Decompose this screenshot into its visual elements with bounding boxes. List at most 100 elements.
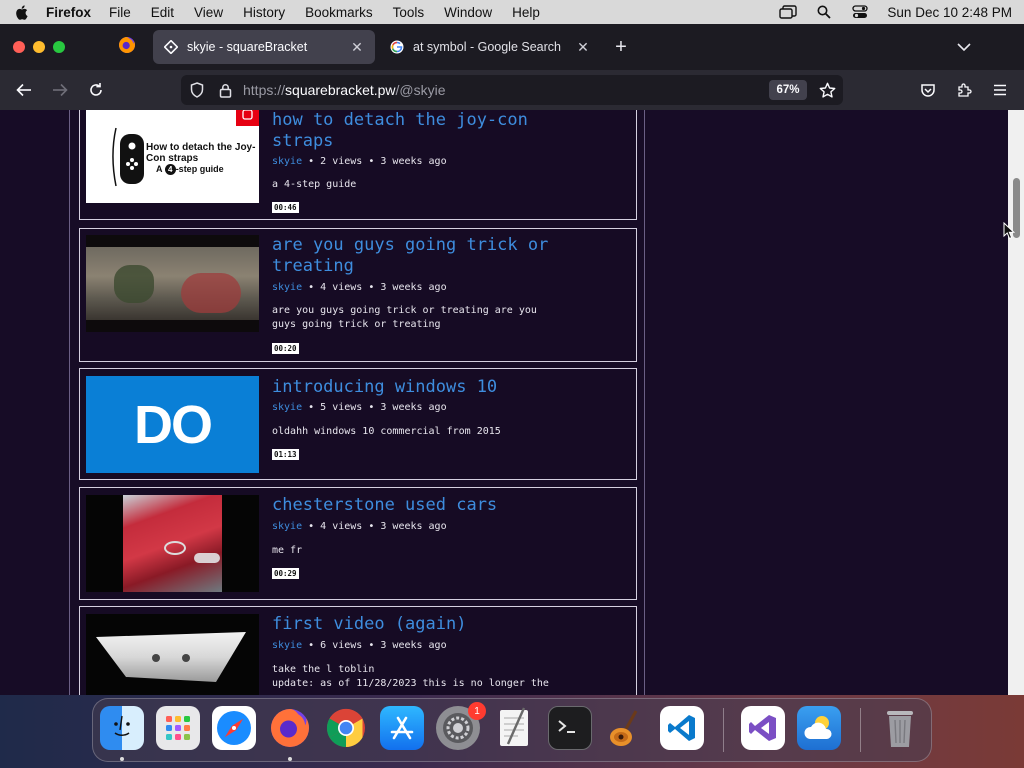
thumbnail-step-number: 4: [164, 164, 176, 175]
tab-close-icon[interactable]: ✕: [349, 39, 365, 55]
video-card[interactable]: are you guys going trick or treating sky…: [79, 228, 637, 362]
chevron-down-icon: [957, 42, 971, 51]
dock-trash[interactable]: [878, 706, 922, 750]
url-scheme: https://: [243, 82, 286, 98]
dock-safari[interactable]: [212, 706, 256, 750]
trash-icon: [887, 711, 913, 747]
app-menu-firefox[interactable]: Firefox: [46, 5, 91, 20]
menu-edit[interactable]: Edit: [151, 5, 174, 20]
thumbnail-title-text: How to detach the Joy-Con straps: [146, 142, 256, 164]
window-minimize-button[interactable]: [33, 41, 45, 53]
bookmark-star-icon[interactable]: [816, 79, 838, 101]
video-description: a 4-step guide: [272, 179, 357, 190]
lock-icon[interactable]: [214, 79, 236, 101]
dock-finder[interactable]: [100, 706, 144, 750]
menu-history[interactable]: History: [243, 5, 285, 20]
video-meta: skyie • 4 views • 3 weeks ago: [272, 521, 447, 532]
menu-bookmarks[interactable]: Bookmarks: [305, 5, 373, 20]
back-button[interactable]: [13, 79, 35, 101]
forward-button[interactable]: [49, 79, 71, 101]
video-title-link[interactable]: how to detach the joy-con straps: [272, 110, 562, 152]
web-page-content: How to detach the Joy-Con straps A 4 -ste…: [0, 110, 1008, 695]
video-author-link[interactable]: skyie: [272, 640, 302, 651]
thumbnail-subtitle-a: A: [156, 164, 163, 174]
settings-notification-badge: 1: [468, 702, 486, 720]
video-title-link[interactable]: introducing windows 10: [272, 377, 562, 398]
menu-view[interactable]: View: [194, 5, 223, 20]
video-author-link[interactable]: skyie: [272, 521, 302, 532]
video-title-link[interactable]: are you guys going trick or treating: [272, 235, 562, 277]
video-thumbnail[interactable]: How to detach the Joy-Con straps A 4 -ste…: [86, 110, 259, 203]
tab-close-icon[interactable]: ✕: [575, 39, 591, 55]
dock-launchpad[interactable]: [156, 706, 200, 750]
video-author-link[interactable]: skyie: [272, 156, 302, 167]
menu-tools[interactable]: Tools: [393, 5, 425, 20]
video-description-line: update: as of 11/28/2023 this is no long…: [272, 678, 549, 689]
thumbnail-figure: [181, 273, 241, 313]
url-text[interactable]: https://squarebracket.pw/@skyie: [243, 82, 446, 98]
video-card[interactable]: How to detach the Joy-Con straps A 4 -ste…: [79, 110, 637, 220]
textedit-icon: [500, 707, 528, 746]
tab-google-search[interactable]: at symbol - Google Search ✕: [379, 30, 601, 64]
video-thumbnail[interactable]: [86, 614, 259, 695]
tab-squarebracket[interactable]: skyie - squareBracket ✕: [153, 30, 375, 64]
reload-icon: [90, 83, 102, 96]
dock-chrome[interactable]: [324, 706, 368, 750]
pinned-tab-firefox[interactable]: [110, 30, 144, 64]
control-center-icon[interactable]: [851, 5, 869, 19]
dock-vscode[interactable]: [660, 706, 704, 750]
video-title-link[interactable]: chesterstone used cars: [272, 495, 562, 516]
content-border-left: [69, 110, 70, 695]
mouse-cursor-icon: [1003, 221, 1016, 240]
video-author-link[interactable]: skyie: [272, 402, 302, 413]
url-host: squarebracket.pw: [285, 82, 396, 98]
extensions-puzzle-icon[interactable]: [953, 79, 975, 101]
thumbnail-car-headlight: [194, 553, 220, 563]
dock-firefox[interactable]: [268, 706, 312, 750]
dock-app-store[interactable]: [380, 706, 424, 750]
menu-window[interactable]: Window: [444, 5, 492, 20]
video-description: are you guys going trick or treating are…: [272, 305, 537, 330]
macos-menu-bar: Firefox File Edit View History Bookmarks…: [0, 0, 1024, 24]
menu-bar-clock[interactable]: Sun Dec 10 2:48 PM: [887, 5, 1012, 20]
dock-textedit[interactable]: [492, 706, 536, 750]
video-card[interactable]: chesterstone used cars skyie • 4 views •…: [79, 487, 637, 600]
video-description-line: take the l toblin: [272, 664, 375, 675]
list-all-tabs-button[interactable]: [954, 38, 974, 56]
menu-help[interactable]: Help: [512, 5, 540, 20]
video-thumbnail[interactable]: DO: [86, 376, 259, 473]
dock-garageband[interactable]: [604, 706, 648, 750]
visual-studio-icon: [749, 715, 776, 741]
dock-terminal[interactable]: [548, 706, 592, 750]
plus-icon: +: [615, 35, 627, 58]
thumbnail-face-eye: [182, 654, 190, 662]
dock-weather[interactable]: [797, 706, 841, 750]
zoom-level-button[interactable]: 67%: [769, 80, 807, 100]
video-title-link[interactable]: first video (again): [272, 614, 562, 635]
vscode-icon: [668, 715, 695, 741]
video-card[interactable]: first video (again) skyie • 6 views • 3 …: [79, 606, 637, 695]
video-description: me fr: [272, 545, 303, 556]
apple-menu-icon[interactable]: [14, 4, 28, 20]
tracking-protection-shield-icon[interactable]: [186, 79, 208, 101]
pocket-icon[interactable]: [917, 79, 939, 101]
dock-visual-studio[interactable]: [741, 706, 785, 750]
video-thumbnail[interactable]: [86, 495, 259, 592]
spotlight-search-icon[interactable]: [815, 5, 833, 19]
video-stats: • 4 views • 3 weeks ago: [302, 521, 447, 532]
new-tab-button[interactable]: +: [610, 36, 632, 58]
window-switcher-icon[interactable]: [779, 5, 798, 19]
video-meta: skyie • 4 views • 3 weeks ago: [272, 282, 447, 293]
window-close-button[interactable]: [13, 41, 25, 53]
reload-button[interactable]: [85, 79, 107, 101]
video-thumbnail[interactable]: [86, 235, 259, 332]
finder-icon: [114, 715, 130, 737]
hamburger-menu-icon[interactable]: [989, 79, 1011, 101]
video-author-link[interactable]: skyie: [272, 282, 302, 293]
tab-title: at symbol - Google Search: [413, 40, 561, 54]
google-favicon: [389, 39, 405, 55]
menu-file[interactable]: File: [109, 5, 131, 20]
window-zoom-button[interactable]: [53, 41, 65, 53]
video-card[interactable]: DO introducing windows 10 skyie • 5 view…: [79, 368, 637, 480]
video-stats: • 5 views • 3 weeks ago: [302, 402, 447, 413]
